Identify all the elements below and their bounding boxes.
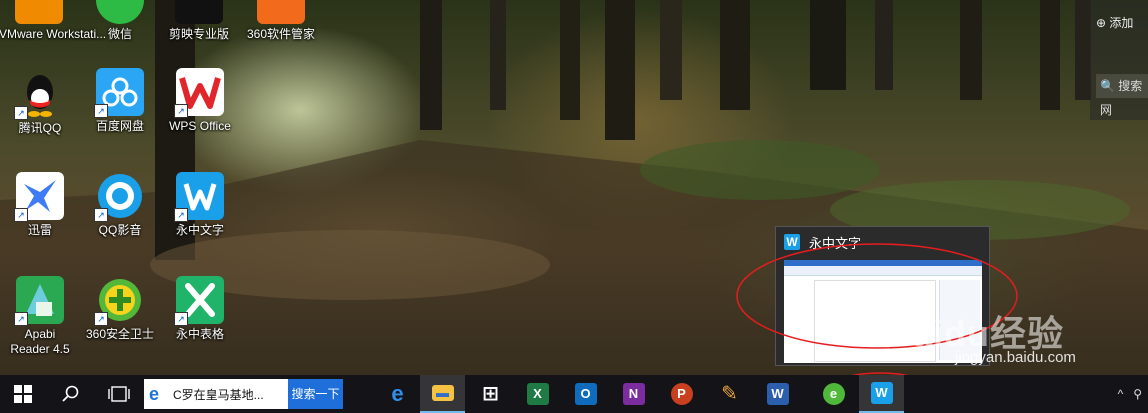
windows-logo-icon xyxy=(13,385,32,403)
desktop-icon-qq-player[interactable]: ↗ QQ影音 xyxy=(80,172,160,238)
desktop-icon-label: VMware Workstati... xyxy=(0,27,107,41)
shortcut-arrow-icon: ↗ xyxy=(94,104,108,118)
yozo-writer-small-icon: W xyxy=(784,234,800,250)
file-explorer-icon: ▬ xyxy=(431,385,454,401)
search-icon: 🔍 xyxy=(1100,79,1115,93)
desktop-icon-wechat[interactable]: 微信 xyxy=(80,0,160,42)
desktop-icon-label: WPS Office xyxy=(169,119,231,133)
yozo-writer-icon: ↗ xyxy=(174,172,224,222)
wps-office-icon: ↗ xyxy=(174,68,224,118)
ie-icon: e xyxy=(149,384,160,404)
start-button[interactable] xyxy=(0,375,45,413)
desktop-icon-jianying[interactable]: 剪映专业版 xyxy=(159,0,239,42)
task-view-icon xyxy=(107,386,130,402)
desktop-icon-label: QQ影音 xyxy=(98,223,142,237)
powerpoint-icon: P xyxy=(670,383,693,405)
desktop-icon-wps[interactable]: ↗ WPS Office xyxy=(160,68,240,134)
xunlei-icon: ↗ xyxy=(14,172,64,222)
taskbar-search-button[interactable] xyxy=(48,375,93,413)
shortcut-arrow-icon: ↗ xyxy=(14,208,28,222)
tray-overflow-chevron-icon[interactable]: ^ xyxy=(1118,387,1124,401)
onenote-icon: N xyxy=(622,383,645,405)
desktop-icon-vmware[interactable]: VMware Workstati... xyxy=(0,0,107,42)
shortcut-arrow-icon: ↗ xyxy=(94,312,108,326)
shortcut-arrow-icon: ↗ xyxy=(174,208,188,222)
vmware-icon xyxy=(15,0,63,24)
taskbar: e C罗在皇马基地... 搜索一下 e ▬ ⊞ X O N P ✎ W e W … xyxy=(0,375,1148,413)
360-software-icon xyxy=(257,0,305,24)
excel-icon: X xyxy=(526,383,549,405)
desktop-icon-baidu-netdisk[interactable]: ↗ 百度网盘 xyxy=(80,68,160,134)
right-widget-panel: ⊕ 添加 🔍 搜索网 xyxy=(1090,0,1148,120)
taskbar-app-store[interactable]: ⊞ xyxy=(468,375,513,413)
desktop-icon-yozo-sheet[interactable]: ↗ 永中表格 xyxy=(160,276,240,342)
search-query-text: C罗在皇马基地... xyxy=(173,387,264,402)
taskbar-app-yozo-writer[interactable]: W xyxy=(859,375,904,413)
search-submit-button[interactable]: 搜索一下 xyxy=(288,379,343,409)
desktop-icon-yozo-writer[interactable]: ↗ 永中文字 xyxy=(160,172,240,238)
preview-header: W 永中文字 xyxy=(776,227,989,257)
desktop-icon-label: 永中文字 xyxy=(175,223,224,237)
shortcut-arrow-icon: ↗ xyxy=(14,312,28,326)
apabi-reader-icon: ↗ xyxy=(14,276,64,326)
desktop-icon-label: 腾讯QQ xyxy=(18,121,62,135)
edge-icon: e xyxy=(391,381,404,406)
taskbar-app-outlook[interactable]: O xyxy=(563,375,608,413)
network-icon[interactable]: ⚲ xyxy=(1133,387,1142,401)
baidu-jingyan-url: jingyan.baidu.com xyxy=(955,349,1076,366)
desktop-icon-label: 永中表格 xyxy=(175,327,224,341)
desktop-icon-label: 360安全卫士 xyxy=(85,327,155,341)
taskbar-app-360-browser[interactable]: e xyxy=(811,375,856,413)
system-tray: ^ ⚲ xyxy=(1118,375,1142,413)
shortcut-arrow-icon: ↗ xyxy=(174,104,188,118)
desktop-icon-label: 微信 xyxy=(107,27,132,41)
taskbar-app-paint[interactable]: ✎ xyxy=(707,375,752,413)
qq-player-icon: ↗ xyxy=(94,172,144,222)
browser-search-input[interactable]: e C罗在皇马基地... xyxy=(144,379,288,409)
baidu-netdisk-icon: ↗ xyxy=(94,68,144,118)
search-icon xyxy=(61,385,78,402)
desktop-icon-label: 360软件管家 xyxy=(246,27,316,41)
desktop-icon-xunlei[interactable]: ↗ 迅雷 xyxy=(0,172,80,238)
yozo-sheet-icon: ↗ xyxy=(174,276,224,326)
word-icon: W xyxy=(766,383,789,405)
desktop-icon-apabi[interactable]: ↗ Apabi Reader 4.5 xyxy=(0,276,80,357)
desktop-icon-label: 迅雷 xyxy=(27,223,52,237)
yozo-writer-taskbar-icon: W xyxy=(870,382,893,404)
360-browser-icon: e xyxy=(822,383,845,405)
taskbar-app-file-explorer[interactable]: ▬ xyxy=(420,375,465,413)
shortcut-arrow-icon: ↗ xyxy=(94,208,108,222)
add-widget-button[interactable]: ⊕ 添加 xyxy=(1096,14,1148,31)
desktop-icon-360-software[interactable]: 360软件管家 xyxy=(241,0,321,42)
taskbar-app-onenote[interactable]: N xyxy=(611,375,656,413)
desktop-icon-label: 百度网盘 xyxy=(95,119,144,133)
store-icon: ⊞ xyxy=(482,383,499,405)
taskbar-app-word[interactable]: W xyxy=(755,375,800,413)
outlook-icon: O xyxy=(574,383,597,405)
shortcut-arrow-icon: ↗ xyxy=(14,106,28,120)
taskbar-app-edge[interactable]: e xyxy=(375,375,420,413)
desktop-icon-label: 剪映专业版 xyxy=(168,27,229,41)
paint-icon: ✎ xyxy=(721,383,738,405)
desktop-icon-label: Apabi Reader 4.5 xyxy=(10,327,70,356)
widget-search-button[interactable]: 🔍 搜索网 xyxy=(1096,74,1148,117)
taskbar-app-excel[interactable]: X xyxy=(515,375,560,413)
desktop-icon-qq[interactable]: ↗ 腾讯QQ xyxy=(0,70,80,136)
desktop-icon-360-security[interactable]: ↗ 360安全卫士 xyxy=(80,276,160,342)
plus-circle-icon: ⊕ xyxy=(1096,16,1107,30)
qq-icon: ↗ xyxy=(14,70,64,120)
task-view-button[interactable] xyxy=(96,375,141,413)
taskbar-app-powerpoint[interactable]: P xyxy=(659,375,704,413)
jianying-icon xyxy=(175,0,223,24)
add-widget-label: 添加 xyxy=(1109,16,1134,30)
thumbnail-ribbon xyxy=(784,266,982,276)
wechat-icon xyxy=(96,0,144,24)
preview-title: 永中文字 xyxy=(809,235,862,251)
360-security-icon: ↗ xyxy=(94,276,144,326)
shortcut-arrow-icon: ↗ xyxy=(174,312,188,326)
